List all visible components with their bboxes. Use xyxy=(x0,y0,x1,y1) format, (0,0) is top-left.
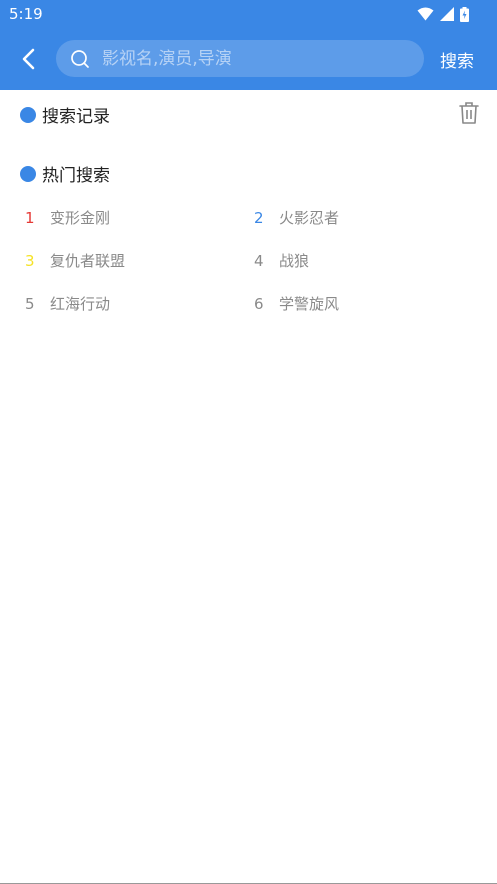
hot-search-item[interactable]: 5 红海行动 xyxy=(25,293,110,314)
status-icons xyxy=(417,6,469,22)
bullet-dot-icon xyxy=(20,106,36,123)
hot-search-item[interactable]: 3 复仇者联盟 xyxy=(25,250,125,271)
search-icon xyxy=(71,50,89,68)
hot-rank: 1 xyxy=(25,208,35,227)
hot-label: 红海行动 xyxy=(50,295,111,313)
chevron-left-icon xyxy=(22,48,35,70)
status-time: 5:19 xyxy=(9,5,43,23)
hot-label: 学警旋风 xyxy=(279,295,340,313)
hot-search-item[interactable]: 1 变形金刚 xyxy=(25,207,110,228)
hot-rank: 4 xyxy=(254,251,264,270)
hot-search-header: 热门搜索 xyxy=(20,161,110,186)
hot-search-title: 热门搜索 xyxy=(42,166,110,186)
hot-label: 复仇者联盟 xyxy=(50,252,126,270)
search-input[interactable] xyxy=(102,40,412,77)
hot-rank: 2 xyxy=(254,208,264,227)
status-bar: 5:19 xyxy=(0,0,497,28)
hot-rank: 5 xyxy=(25,294,35,313)
clear-history-button[interactable] xyxy=(458,101,480,125)
hot-label: 变形金刚 xyxy=(50,209,111,227)
search-button[interactable]: 搜索 xyxy=(440,47,474,72)
bullet-dot-icon xyxy=(20,165,36,182)
hot-rank: 3 xyxy=(25,251,35,270)
hot-search-item[interactable]: 6 学警旋风 xyxy=(254,293,339,314)
hot-rank: 6 xyxy=(254,294,264,313)
trash-icon xyxy=(459,102,479,124)
signal-icon xyxy=(440,7,454,21)
search-history-header: 搜索记录 xyxy=(20,102,110,127)
search-box[interactable] xyxy=(56,40,424,77)
hot-search-item[interactable]: 2 火影忍者 xyxy=(254,207,339,228)
wifi-icon xyxy=(417,7,434,21)
hot-search-item[interactable]: 4 战狼 xyxy=(254,250,309,271)
hot-label: 火影忍者 xyxy=(279,209,340,227)
back-button[interactable] xyxy=(14,44,44,74)
app-header: 5:19 搜索 xyxy=(0,0,497,90)
hot-label: 战狼 xyxy=(279,252,310,270)
battery-icon xyxy=(460,6,469,22)
search-history-title: 搜索记录 xyxy=(42,107,110,127)
